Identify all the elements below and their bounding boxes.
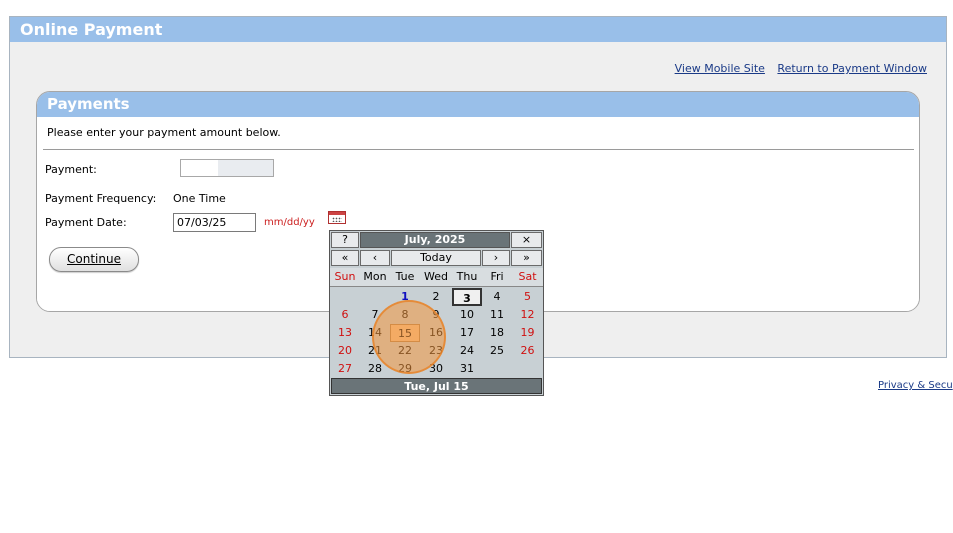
day-2[interactable]: 2	[420, 288, 452, 306]
next-year-button[interactable]: »	[511, 250, 542, 266]
payment-label: Payment:	[45, 163, 97, 176]
divider	[43, 149, 914, 150]
day-28[interactable]: 28	[360, 360, 390, 378]
weekday-tue: Tue	[395, 270, 415, 283]
weekday-sun: Sun	[334, 270, 356, 283]
day-6[interactable]: 6	[330, 306, 360, 324]
day-30[interactable]: 30	[420, 360, 452, 378]
day-7[interactable]: 7	[360, 306, 390, 324]
day-29[interactable]: 29	[390, 360, 420, 378]
weekday-header: Sun Mon Tue Wed Thu Fri Sat	[330, 268, 543, 286]
payment-frequency-label: Payment Frequency:	[45, 192, 157, 205]
calendar-status-bar: Tue, Jul 15	[331, 378, 542, 394]
payment-date-input[interactable]	[173, 213, 256, 232]
calendar-icon[interactable]	[328, 211, 346, 224]
day-27[interactable]: 27	[330, 360, 360, 378]
day-5[interactable]: 5	[512, 288, 543, 306]
privacy-security-link[interactable]: Privacy & Secu	[878, 380, 953, 391]
calendar-close-button[interactable]: ×	[511, 232, 542, 248]
continue-button[interactable]: Continue	[49, 247, 139, 272]
calendar-separator	[330, 286, 543, 287]
day-18[interactable]: 18	[482, 324, 512, 342]
top-links: View Mobile Site Return to Payment Windo…	[666, 62, 927, 75]
date-format-hint: mm/dd/yy	[264, 217, 315, 228]
weekday-sat: Sat	[518, 270, 537, 283]
payment-frequency-value: One Time	[173, 192, 226, 205]
day-20[interactable]: 20	[330, 342, 360, 360]
day-25[interactable]: 25	[482, 342, 512, 360]
weekday-wed: Wed	[424, 270, 448, 283]
weekday-fri: Fri	[490, 270, 504, 283]
day-16[interactable]: 16	[420, 324, 452, 342]
panel-title: Payments	[37, 92, 919, 117]
day-17[interactable]: 17	[452, 324, 482, 342]
day-1[interactable]: 1	[390, 288, 420, 306]
calendar-help-button[interactable]: ?	[331, 232, 359, 248]
day-3[interactable]: 3	[452, 288, 482, 306]
day-9[interactable]: 9	[420, 306, 452, 324]
day-31[interactable]: 31	[452, 360, 482, 378]
return-to-payment-window-link[interactable]: Return to Payment Window	[777, 62, 927, 75]
window-title: Online Payment	[10, 17, 946, 42]
day-22[interactable]: 22	[390, 342, 420, 360]
day-10[interactable]: 10	[452, 306, 482, 324]
instructions-text: Please enter your payment amount below.	[47, 126, 281, 139]
day-12[interactable]: 12	[512, 306, 543, 324]
day-4[interactable]: 4	[482, 288, 512, 306]
payment-amount-input[interactable]	[180, 159, 274, 177]
day-15-selected[interactable]: 15	[390, 324, 420, 342]
day-13[interactable]: 13	[330, 324, 360, 342]
day-11[interactable]: 11	[482, 306, 512, 324]
day-8[interactable]: 8	[390, 306, 420, 324]
prev-year-button[interactable]: «	[331, 250, 359, 266]
view-mobile-site-link[interactable]: View Mobile Site	[675, 62, 765, 75]
day-23[interactable]: 23	[420, 342, 452, 360]
next-month-button[interactable]: ›	[482, 250, 510, 266]
date-picker-popup: ? July, 2025 × « ‹ Today › » Sun Mon Tue…	[329, 230, 544, 396]
day-21[interactable]: 21	[360, 342, 390, 360]
day-26[interactable]: 26	[512, 342, 543, 360]
payment-date-label: Payment Date:	[45, 216, 127, 229]
continue-label: Continue	[67, 252, 121, 266]
prev-month-button[interactable]: ‹	[360, 250, 390, 266]
day-19[interactable]: 19	[512, 324, 543, 342]
weekday-thu: Thu	[456, 270, 478, 283]
today-button[interactable]: Today	[391, 250, 481, 266]
calendar-month-title: July, 2025	[360, 232, 510, 248]
weekday-mon: Mon	[363, 270, 387, 283]
day-14[interactable]: 14	[360, 324, 390, 342]
day-24[interactable]: 24	[452, 342, 482, 360]
